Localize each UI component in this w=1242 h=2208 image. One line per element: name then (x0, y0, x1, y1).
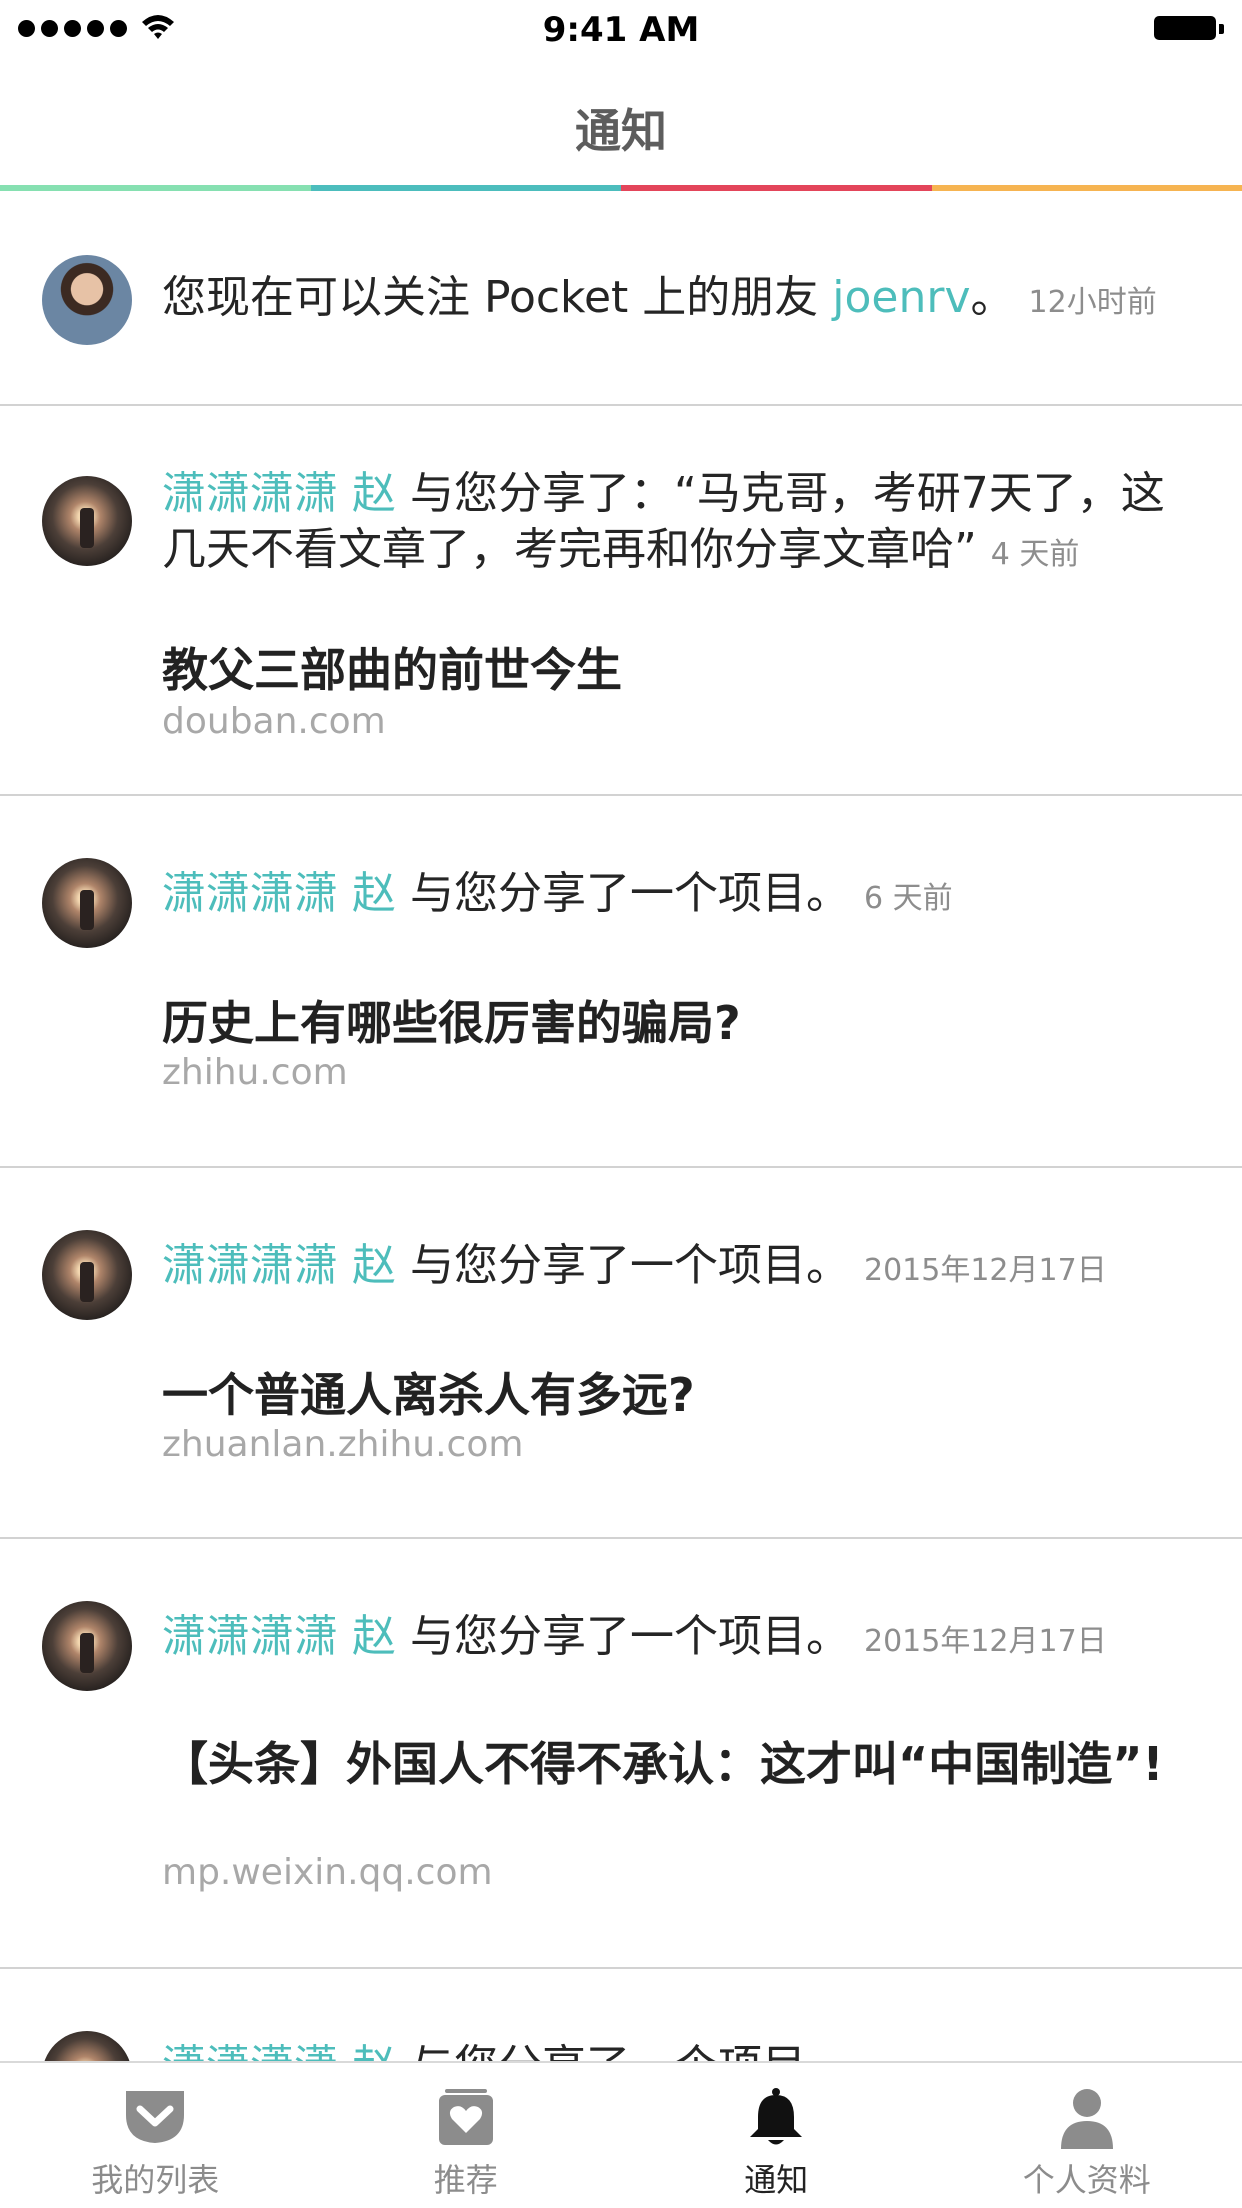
tab-recommend[interactable]: 推荐 (311, 2063, 622, 2208)
article-title[interactable]: 教父三部曲的前世今生 (162, 641, 1172, 699)
notification-item[interactable]: 潇潇潇潇 赵 与您分享了一个项目。 2015年12月17日 一个普通人离杀人有多远… (0, 1168, 1242, 1539)
notification-message-suffix: 。 (970, 272, 1015, 323)
notification-message: 您现在可以关注 Pocket 上的朋友 (162, 272, 833, 323)
tab-my-list[interactable]: 我的列表 (0, 2063, 311, 2208)
notification-text: 潇潇潇潇 赵 与您分享了一个项目。 (162, 2039, 1202, 2061)
recommend-heart-icon (438, 2089, 493, 2145)
friend-link[interactable]: joenrv (832, 272, 970, 323)
user-name[interactable]: 潇潇潇潇 赵 (162, 2041, 396, 2061)
notification-message: 与您分享了一个项目。 (396, 868, 850, 919)
notification-time: 4 天前 (990, 537, 1080, 572)
article-title[interactable]: 【头条】外国人不得不承认：这才叫“中国制造”! (162, 1735, 1172, 1793)
notification-message: 与您分享了一个项目。 (396, 1611, 850, 1662)
article-domain: mp.weixin.qq.com (162, 1852, 493, 1893)
tab-label: 我的列表 (91, 2161, 220, 2199)
avatar[interactable] (42, 2031, 132, 2061)
tab-label: 个人资料 (1022, 2161, 1151, 2199)
article-domain: zhihu.com (162, 1052, 348, 1093)
page-title: 通知 (575, 104, 667, 158)
notification-message: 与您分享了一个项目。 (396, 1240, 850, 1291)
tab-profile[interactable]: 个人资料 (932, 2063, 1242, 2208)
user-name[interactable]: 潇潇潇潇 赵 (162, 868, 396, 919)
avatar[interactable] (42, 1601, 132, 1691)
notification-item[interactable]: 潇潇潇潇 赵 与您分享了一个项目。 2015年12月17日 【头条】外国人不得不承… (0, 1539, 1242, 1969)
avatar[interactable] (42, 255, 132, 345)
user-name[interactable]: 潇潇潇潇 赵 (162, 1240, 396, 1291)
battery-icon (1154, 16, 1224, 44)
notification-text: 潇潇潇潇 赵 与您分享了一个项目。 2015年12月17日 (162, 1609, 1202, 1670)
notification-time: 2015年12月17日 (864, 1253, 1107, 1288)
status-time: 9:41 AM (542, 10, 700, 50)
avatar[interactable] (42, 858, 132, 948)
pocket-icon (126, 2091, 185, 2143)
article-title[interactable]: 一个普通人离杀人有多远? (162, 1366, 1172, 1424)
article-domain: douban.com (162, 701, 386, 742)
bell-icon (750, 2088, 803, 2145)
notification-message: 与您分享了一个项目。 (396, 2041, 850, 2061)
article-domain: zhuanlan.zhihu.com (162, 1424, 524, 1465)
avatar[interactable] (42, 476, 132, 566)
tab-label: 通知 (744, 2161, 809, 2199)
notification-item[interactable]: 潇潇潇潇 赵 与您分享了一个项目。 6 天前 历史上有哪些很厉害的骗局? zhih… (0, 796, 1242, 1168)
notification-text: 您现在可以关注 Pocket 上的朋友 joenrv。 12小时前 (162, 270, 1202, 331)
notification-item[interactable]: 潇潇潇潇 赵 与您分享了：“马克哥，考研7天了，这几天不看文章了，考完再和你分享… (0, 406, 1242, 796)
article-title[interactable]: 历史上有哪些很厉害的骗局? (162, 994, 1172, 1052)
tab-notifications[interactable]: 通知 (621, 2063, 932, 2208)
notification-text: 潇潇潇潇 赵 与您分享了：“马克哥，考研7天了，这几天不看文章了，考完再和你分享… (162, 466, 1202, 583)
user-name[interactable]: 潇潇潇潇 赵 (162, 468, 396, 519)
notification-item[interactable]: 潇潇潇潇 赵 与您分享了一个项目。 (0, 1969, 1242, 2061)
notification-text: 潇潇潇潇 赵 与您分享了一个项目。 2015年12月17日 (162, 1238, 1202, 1299)
notification-time: 12小时前 (1028, 285, 1157, 320)
avatar[interactable] (42, 1230, 132, 1320)
profile-person-icon (1060, 2089, 1113, 2149)
notification-list[interactable]: 您现在可以关注 Pocket 上的朋友 joenrv。 12小时前 潇潇潇潇 赵 … (0, 191, 1242, 2061)
tab-bar: 我的列表 推荐 通知 个人资料 (0, 2061, 1242, 2208)
tab-label: 推荐 (433, 2161, 498, 2199)
notification-item[interactable]: 您现在可以关注 Pocket 上的朋友 joenrv。 12小时前 (0, 191, 1242, 406)
notification-time: 2015年12月17日 (864, 1624, 1107, 1659)
user-name[interactable]: 潇潇潇潇 赵 (162, 1611, 396, 1662)
status-bar: 9:41 AM (0, 0, 1242, 60)
notification-text: 潇潇潇潇 赵 与您分享了一个项目。 6 天前 (162, 866, 1202, 927)
notification-time: 6 天前 (864, 881, 953, 916)
